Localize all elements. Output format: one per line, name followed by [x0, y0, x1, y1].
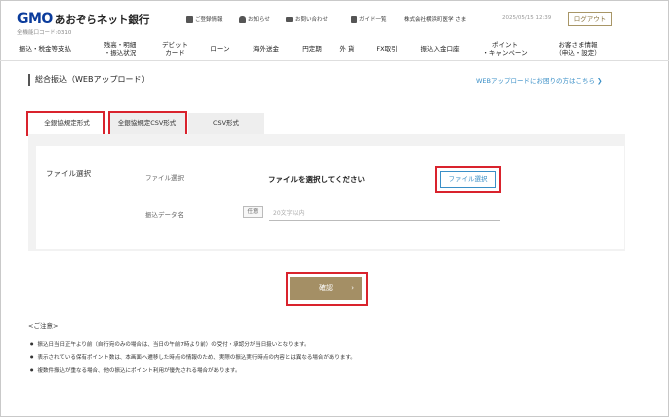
registration-info-label: ご登録情報	[195, 17, 223, 23]
list-item: 表示されている保有ポイント数は、本画面へ遷移した時点の情報のため、実際の振込実行…	[30, 351, 356, 364]
bank-logo[interactable]: GMO あおぞらネット銀行	[17, 11, 149, 27]
section-label: ファイル選択	[46, 169, 91, 178]
nav-overseas-transfer[interactable]: 海外送金	[240, 37, 292, 61]
bell-icon	[239, 15, 246, 23]
guide-list-link[interactable]: ガイド一覧	[351, 15, 387, 23]
tab-zengin-format[interactable]: 全銀協規定形式	[28, 113, 106, 134]
file-select-label: ファイル選択	[145, 174, 184, 182]
upload-help-link[interactable]: WEBアップロードにお困りの方はこちら ❯	[476, 75, 603, 85]
logo-name: あおぞらネット銀行	[54, 14, 150, 26]
nav-loan[interactable]: ローン	[200, 37, 240, 61]
confirm-label: 確認	[319, 284, 333, 292]
transfer-data-name-input[interactable]	[269, 206, 500, 221]
guide-list-label: ガイド一覧	[359, 17, 387, 23]
logo-brand: GMO	[17, 11, 53, 27]
file-status-text: ファイルを選択してください	[268, 175, 366, 184]
file-select-button[interactable]: ファイル選択	[440, 171, 496, 188]
list-item: 振込日当日正午より前（自行宛のみの場合は、当日の午前7時より前）の受付・承認分が…	[30, 338, 356, 351]
nav-yen-deposit[interactable]: 円定期	[292, 37, 332, 61]
branch-code: 全機能口コード:0310	[17, 30, 72, 36]
tab-zengin-csv-format[interactable]: 全銀協規定CSV形式	[108, 113, 186, 134]
notices-label: お知らせ	[248, 17, 270, 23]
contact-label: お問い合わせ	[295, 17, 329, 23]
registration-info-link[interactable]: ご登録情報	[186, 15, 223, 23]
page-title: 総合振込（WEBアップロード）	[28, 74, 149, 86]
nav-debit-card[interactable]: デビット カード	[152, 37, 198, 61]
mail-icon	[286, 16, 293, 22]
profile-icon	[186, 15, 193, 23]
notes-title: <ご注意>	[28, 322, 59, 330]
notes-list: 振込日当日正午より前（自行宛のみの場合は、当日の午前7時より前）の受付・承認分が…	[30, 338, 356, 377]
nav-foreign-currency[interactable]: 外 貨	[332, 37, 362, 61]
login-datetime: 2025/05/15 12:39	[502, 15, 552, 21]
chevron-right-icon: ›	[351, 284, 354, 292]
guide-icon	[351, 15, 357, 23]
notices-link[interactable]: お知らせ	[239, 15, 270, 23]
upload-panel	[36, 146, 624, 249]
transfer-data-name-label: 振込データ名	[145, 211, 184, 219]
confirm-button[interactable]: 確認 ›	[290, 277, 362, 300]
contact-link[interactable]: お問い合わせ	[286, 15, 328, 23]
nav-transfer-tax[interactable]: 振込・税金等支払	[5, 37, 85, 61]
nav-points-campaign[interactable]: ポイント ・キャンペーン	[472, 37, 538, 61]
optional-badge: 任意	[243, 206, 263, 218]
nav-balance-statement[interactable]: 残高・明細 ・振込状況	[88, 37, 152, 61]
nav-fx-trading[interactable]: FX取引	[368, 37, 406, 61]
user-name: 株式会社横浜町医学 さま	[404, 17, 467, 23]
logout-button[interactable]: ログアウト	[568, 12, 612, 26]
list-item: 複数件振込が重なる場合、他の振込にポイント利用が優先される場合があります。	[30, 364, 356, 377]
nav-customer-info[interactable]: お客さま情報 （申込・設定）	[544, 37, 612, 61]
nav-deposit-account[interactable]: 振込入金口座	[410, 37, 470, 61]
tab-csv-format[interactable]: CSV形式	[188, 113, 264, 134]
main-nav: 振込・税金等支払 残高・明細 ・振込状況 デビット カード ローン 海外送金 円…	[0, 37, 669, 61]
